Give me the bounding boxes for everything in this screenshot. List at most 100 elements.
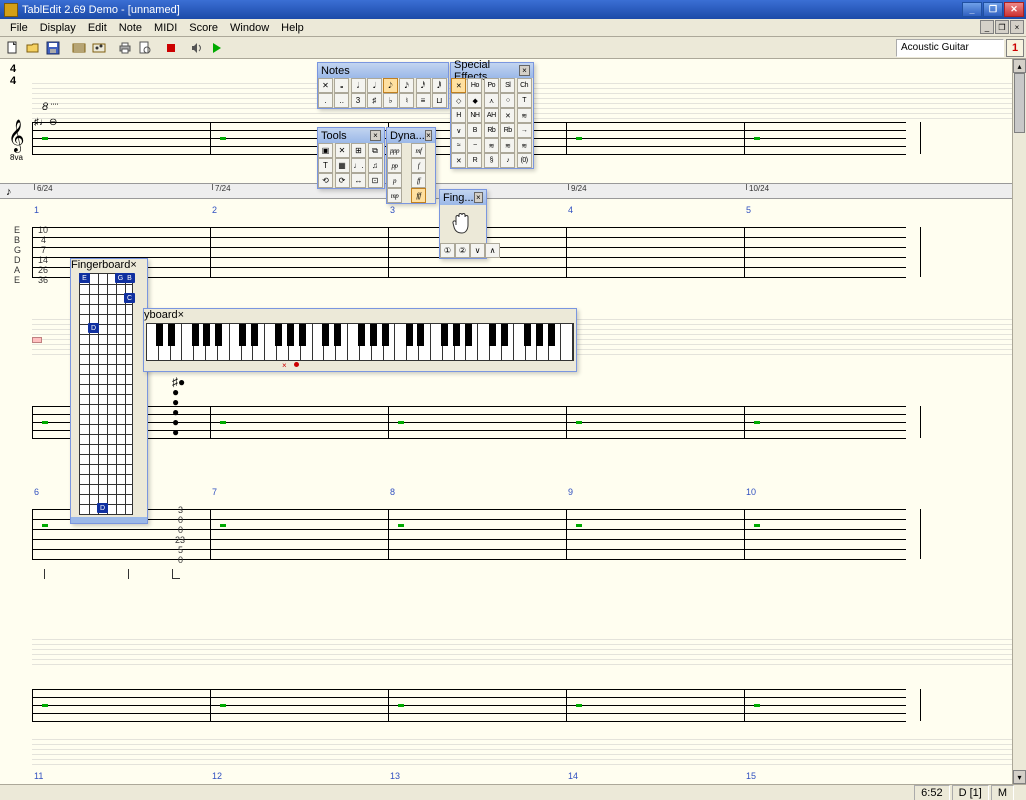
palette-close-icon[interactable]: ×: [178, 309, 184, 321]
black-key[interactable]: [524, 324, 531, 346]
effect-cell[interactable]: Po: [484, 78, 499, 93]
tool-cell[interactable]: ⧉: [368, 143, 383, 158]
score-view-button[interactable]: [90, 39, 108, 57]
time-ruler[interactable]: ♪ 6/24 7/24 9/24 10/24: [0, 183, 1012, 199]
effect-cell[interactable]: ○: [500, 93, 515, 108]
black-key[interactable]: [358, 324, 365, 346]
palette-title[interactable]: Fing...: [443, 192, 474, 204]
palette-close-icon[interactable]: ×: [130, 259, 136, 271]
menu-midi[interactable]: MIDI: [148, 20, 183, 36]
black-key[interactable]: [192, 324, 199, 346]
hand-icon[interactable]: [440, 205, 486, 243]
black-key[interactable]: [417, 324, 424, 346]
close-button[interactable]: ✕: [1004, 2, 1024, 17]
menu-display[interactable]: Display: [34, 20, 82, 36]
note-triplet[interactable]: 3: [351, 93, 366, 108]
note-64th[interactable]: 𝅘𝅥𝅱: [432, 78, 447, 93]
instrument-number[interactable]: 1: [1006, 39, 1024, 57]
note-sharp[interactable]: ♯: [367, 93, 382, 108]
effect-cell[interactable]: ≋: [517, 138, 532, 153]
tool-cell[interactable]: ♫: [368, 158, 383, 173]
notes-palette[interactable]: Notes ✕ 𝅝 𝅗𝅥 𝅘𝅥 𝅘𝅥𝅮 𝅘𝅥𝅯 𝅘𝅥𝅰 𝅘𝅥𝅱 . .. 3 ♯…: [317, 62, 449, 109]
stroke-down[interactable]: ∨: [470, 243, 485, 258]
effect-cell[interactable]: R: [467, 153, 482, 168]
keyboard-window[interactable]: yboard× ×: [143, 308, 577, 372]
black-key[interactable]: [382, 324, 389, 346]
effect-cell[interactable]: Rb: [500, 123, 515, 138]
open-button[interactable]: [24, 39, 42, 57]
note-ddot[interactable]: ..: [334, 93, 349, 108]
dynamic-cell[interactable]: mf: [411, 143, 426, 158]
effect-cell[interactable]: H: [451, 108, 466, 123]
note-rest[interactable]: ⊔: [432, 93, 447, 108]
special-effects-palette[interactable]: Special Effects× ✕HoPoSlCh◇◆⋏○THNHAH✕≋∨B…: [450, 62, 534, 169]
black-key[interactable]: [156, 324, 163, 346]
tool-cell[interactable]: ⟳: [335, 173, 350, 188]
scroll-down-button[interactable]: ▾: [1013, 770, 1026, 784]
tool-cell[interactable]: T: [318, 158, 333, 173]
dynamic-cell[interactable]: f: [411, 158, 426, 173]
stop-button[interactable]: [162, 39, 180, 57]
tool-cell[interactable]: ⟲: [318, 173, 333, 188]
mdi-restore-button[interactable]: ❐: [995, 20, 1009, 34]
black-key[interactable]: [251, 324, 258, 346]
note-quarter[interactable]: 𝅘𝅥: [367, 78, 382, 93]
note-dot[interactable]: .: [318, 93, 333, 108]
note-flat[interactable]: ♭: [383, 93, 398, 108]
black-key[interactable]: [465, 324, 472, 346]
menu-edit[interactable]: Edit: [82, 20, 113, 36]
effect-cell[interactable]: ≋: [500, 138, 515, 153]
effect-cell[interactable]: Rb: [484, 123, 499, 138]
effect-cell[interactable]: ◇: [451, 93, 466, 108]
effect-cell[interactable]: ⋏: [484, 93, 499, 108]
palette-title[interactable]: Fingerboard: [71, 259, 130, 271]
black-key[interactable]: [489, 324, 496, 346]
tool-cell[interactable]: ▣: [318, 143, 333, 158]
note-32nd[interactable]: 𝅘𝅥𝅰: [416, 78, 431, 93]
effect-cell[interactable]: ✕: [451, 78, 466, 93]
effect-cell[interactable]: ≈: [451, 138, 466, 153]
dynamic-cell[interactable]: p: [387, 173, 402, 188]
vertical-scrollbar[interactable]: ▴ ▾: [1012, 59, 1026, 784]
scroll-up-button[interactable]: ▴: [1013, 59, 1026, 73]
effect-cell[interactable]: AH: [484, 108, 499, 123]
black-key[interactable]: [203, 324, 210, 346]
scroll-thumb[interactable]: [1014, 73, 1025, 133]
dynamics-palette[interactable]: Dyna...× pppmfppfpffmpfff: [386, 127, 436, 204]
menu-file[interactable]: File: [4, 20, 34, 36]
palette-title[interactable]: Tools: [321, 130, 370, 142]
palette-title[interactable]: Dyna...: [390, 130, 425, 142]
black-key[interactable]: [370, 324, 377, 346]
mdi-minimize-button[interactable]: _: [980, 20, 994, 34]
tab-view-button[interactable]: [70, 39, 88, 57]
dynamic-cell[interactable]: pp: [387, 158, 402, 173]
save-button[interactable]: [44, 39, 62, 57]
palette-close-icon[interactable]: ×: [519, 65, 530, 76]
black-key[interactable]: [287, 324, 294, 346]
palette-title[interactable]: Notes: [321, 65, 445, 77]
stroke-up[interactable]: ∧: [485, 243, 500, 258]
effect-cell[interactable]: ≋: [517, 108, 532, 123]
black-key[interactable]: [239, 324, 246, 346]
effect-cell[interactable]: ∨: [451, 123, 466, 138]
dynamic-cell[interactable]: fff: [411, 188, 426, 203]
tool-cell[interactable]: ✕: [335, 143, 350, 158]
note-none[interactable]: ✕: [318, 78, 333, 93]
note-eighth[interactable]: 𝅘𝅥𝅮: [383, 78, 398, 93]
new-button[interactable]: [4, 39, 22, 57]
instrument-name[interactable]: Acoustic Guitar: [896, 39, 1004, 57]
white-key[interactable]: [561, 324, 573, 360]
play-button[interactable]: [208, 39, 226, 57]
tool-cell[interactable]: ↔: [351, 173, 366, 188]
palette-title[interactable]: yboard: [144, 309, 178, 321]
effect-cell[interactable]: ≋: [484, 138, 499, 153]
tool-cell[interactable]: ⊞: [351, 143, 366, 158]
fingering-palette[interactable]: Fing...× ① ② ∨ ∧: [439, 189, 487, 259]
black-key[interactable]: [168, 324, 175, 346]
palette-close-icon[interactable]: ×: [474, 192, 483, 203]
black-key[interactable]: [215, 324, 222, 346]
finger-1[interactable]: ①: [440, 243, 455, 258]
effect-cell[interactable]: B: [467, 123, 482, 138]
black-key[interactable]: [453, 324, 460, 346]
tool-cell[interactable]: ♩.: [351, 158, 366, 173]
